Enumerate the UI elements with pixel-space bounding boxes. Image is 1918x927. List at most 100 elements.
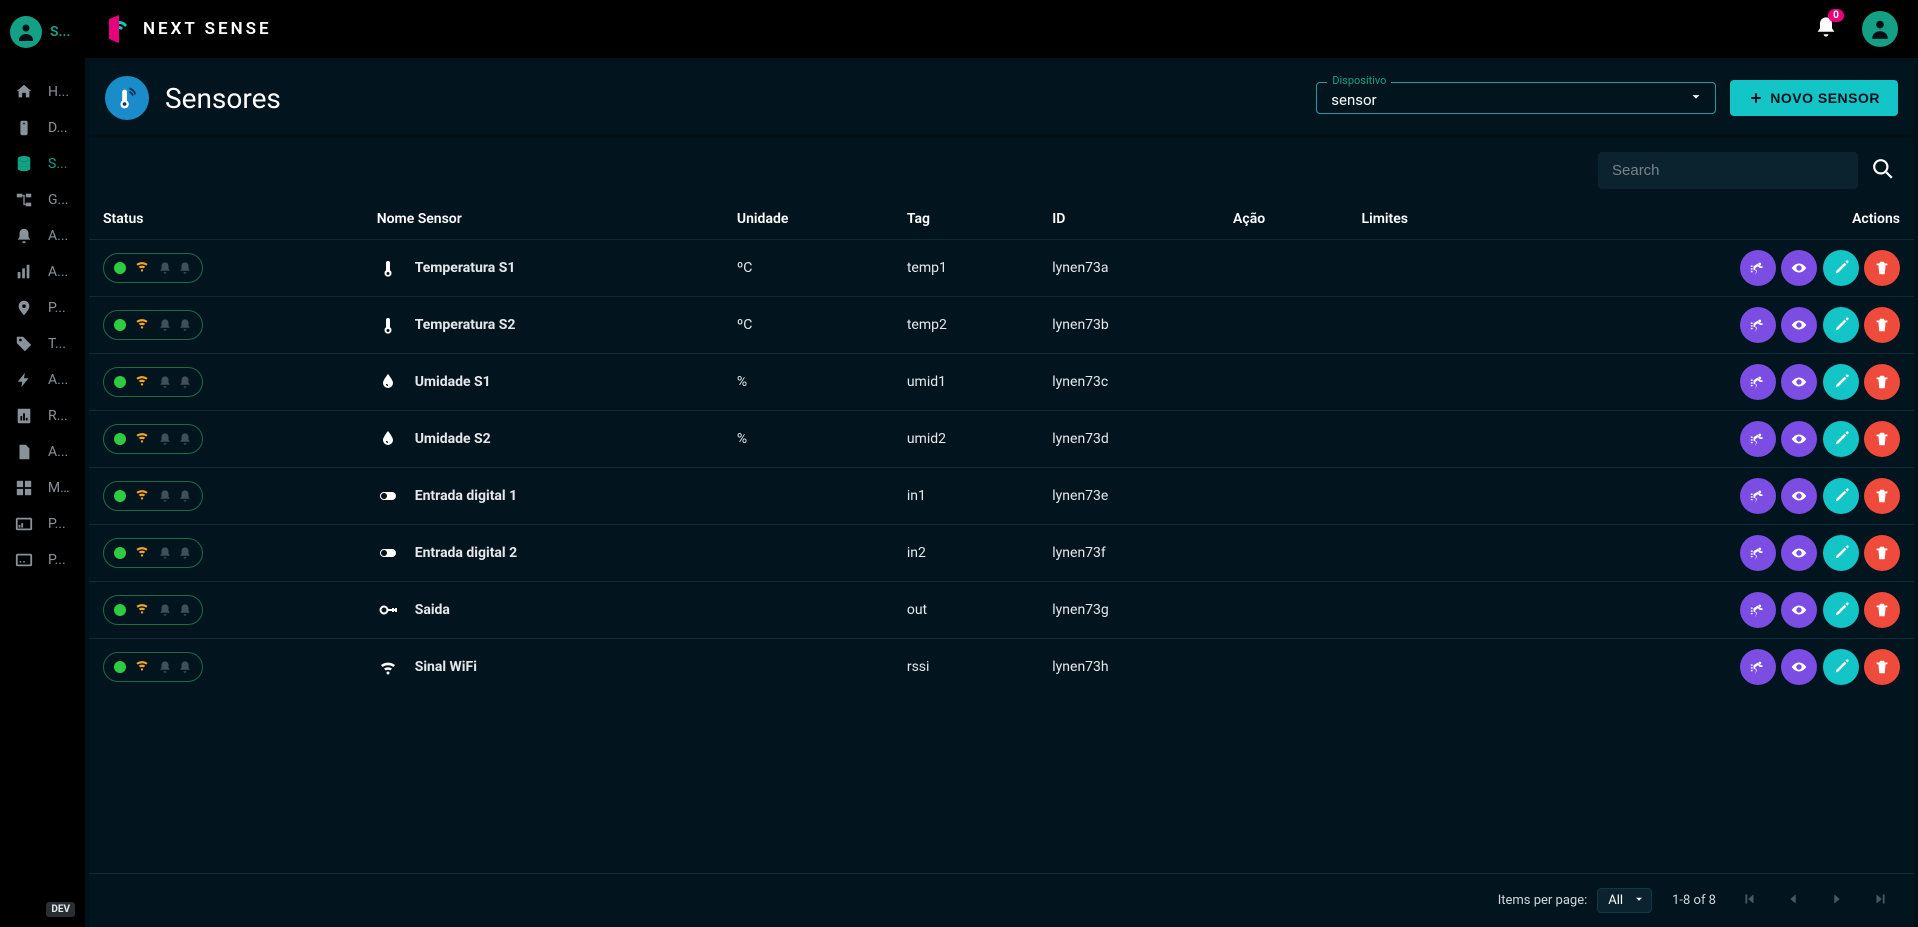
muted-alert-icons [158, 603, 192, 617]
pin-icon [14, 299, 34, 317]
col-action[interactable]: Ação [1219, 199, 1348, 240]
search-input[interactable] [1598, 152, 1858, 189]
view-button[interactable] [1781, 535, 1817, 571]
col-actions: Actions [1507, 199, 1914, 240]
sensor-action [1219, 354, 1348, 411]
notifications-button[interactable]: 0 [1814, 15, 1838, 43]
delete-button[interactable] [1864, 421, 1900, 457]
nav-item-grid[interactable]: M... [0, 470, 85, 506]
table-row: Umidade S1 % umid1 lynen73c [89, 354, 1914, 411]
sensor-unit: % [723, 411, 893, 468]
delete-button[interactable] [1864, 649, 1900, 685]
nav-label: H... [48, 84, 69, 100]
droplet-icon [377, 429, 399, 449]
sensor-tag: umid2 [893, 411, 1038, 468]
first-page-button[interactable] [1736, 886, 1762, 915]
delete-button[interactable] [1864, 535, 1900, 571]
view-button[interactable] [1781, 649, 1817, 685]
edit-button[interactable] [1823, 307, 1859, 343]
brand: NEXT SENSE [105, 15, 272, 43]
status-pill [103, 424, 203, 454]
run-button[interactable] [1740, 649, 1776, 685]
view-button[interactable] [1781, 421, 1817, 457]
nav-label: S... [48, 156, 67, 172]
view-button[interactable] [1781, 250, 1817, 286]
nav-item-panel-b[interactable]: P... [0, 542, 85, 578]
last-page-button[interactable] [1868, 886, 1894, 915]
bolt-icon [14, 371, 34, 389]
edit-button[interactable] [1823, 421, 1859, 457]
home-icon [14, 83, 34, 101]
muted-alert-icons [158, 375, 192, 389]
page-size-select[interactable]: All [1597, 888, 1652, 913]
status-pill [103, 367, 203, 397]
edit-button[interactable] [1823, 364, 1859, 400]
sensor-unit: ºC [723, 240, 893, 297]
status-dot-icon [114, 319, 126, 331]
col-tag[interactable]: Tag [893, 199, 1038, 240]
col-status[interactable]: Status [89, 199, 363, 240]
nav-item-database[interactable]: S... [0, 146, 85, 182]
run-button[interactable] [1740, 307, 1776, 343]
search-button[interactable] [1872, 158, 1894, 183]
view-button[interactable] [1781, 364, 1817, 400]
nav-item-pin[interactable]: P... [0, 290, 85, 326]
delete-button[interactable] [1864, 307, 1900, 343]
topbar: NEXT SENSE 0 [85, 0, 1918, 58]
profile-button[interactable] [1862, 11, 1898, 47]
device-select[interactable]: Dispositivo sensor [1316, 82, 1716, 114]
edit-button[interactable] [1823, 535, 1859, 571]
run-button[interactable] [1740, 592, 1776, 628]
edit-button[interactable] [1823, 649, 1859, 685]
run-button[interactable] [1740, 535, 1776, 571]
nav-label: P... [48, 516, 66, 532]
run-button[interactable] [1740, 250, 1776, 286]
nav-item-report[interactable]: R... [0, 398, 85, 434]
status-dot-icon [114, 490, 126, 502]
view-button[interactable] [1781, 478, 1817, 514]
sensor-action [1219, 468, 1348, 525]
nav-item-bell[interactable]: A... [0, 218, 85, 254]
nav-item-bolt[interactable]: A... [0, 362, 85, 398]
nav-item-tree[interactable]: G... [0, 182, 85, 218]
nav-item-file[interactable]: A... [0, 434, 85, 470]
wifi-icon [377, 657, 399, 677]
delete-button[interactable] [1864, 592, 1900, 628]
new-sensor-button[interactable]: NOVO SENSOR [1730, 80, 1898, 116]
sensor-name: Entrada digital 1 [415, 488, 517, 504]
edit-button[interactable] [1823, 478, 1859, 514]
run-button[interactable] [1740, 364, 1776, 400]
prev-page-button[interactable] [1780, 886, 1806, 915]
edit-button[interactable] [1823, 250, 1859, 286]
delete-button[interactable] [1864, 250, 1900, 286]
nav-item-panel-a[interactable]: P... [0, 506, 85, 542]
col-id[interactable]: ID [1038, 199, 1219, 240]
run-button[interactable] [1740, 478, 1776, 514]
notifications-count: 0 [1828, 9, 1844, 22]
nav-item-tag[interactable]: T... [0, 326, 85, 362]
nav-label: A... [48, 228, 68, 244]
delete-button[interactable] [1864, 364, 1900, 400]
sensor-action [1219, 639, 1348, 696]
table-row: Umidade S2 % umid2 lynen73d [89, 411, 1914, 468]
file-icon [14, 443, 34, 461]
col-name[interactable]: Nome Sensor [363, 199, 723, 240]
delete-button[interactable] [1864, 478, 1900, 514]
col-unit[interactable]: Unidade [723, 199, 893, 240]
edit-button[interactable] [1823, 592, 1859, 628]
device-select-value: sensor [1331, 91, 1701, 109]
view-button[interactable] [1781, 592, 1817, 628]
nav-item-home[interactable]: H... [0, 74, 85, 110]
nav-item-chart[interactable]: A... [0, 254, 85, 290]
nav-item-device[interactable]: D... [0, 110, 85, 146]
sensor-action [1219, 525, 1348, 582]
col-limits[interactable]: Limites [1348, 199, 1507, 240]
wifi-status-icon [134, 372, 150, 392]
status-pill [103, 310, 203, 340]
sidebar-user[interactable]: S... [0, 8, 85, 56]
page-size-value: All [1608, 893, 1623, 908]
next-page-button[interactable] [1824, 886, 1850, 915]
run-button[interactable] [1740, 421, 1776, 457]
sensor-id: lynen73a [1038, 240, 1219, 297]
view-button[interactable] [1781, 307, 1817, 343]
